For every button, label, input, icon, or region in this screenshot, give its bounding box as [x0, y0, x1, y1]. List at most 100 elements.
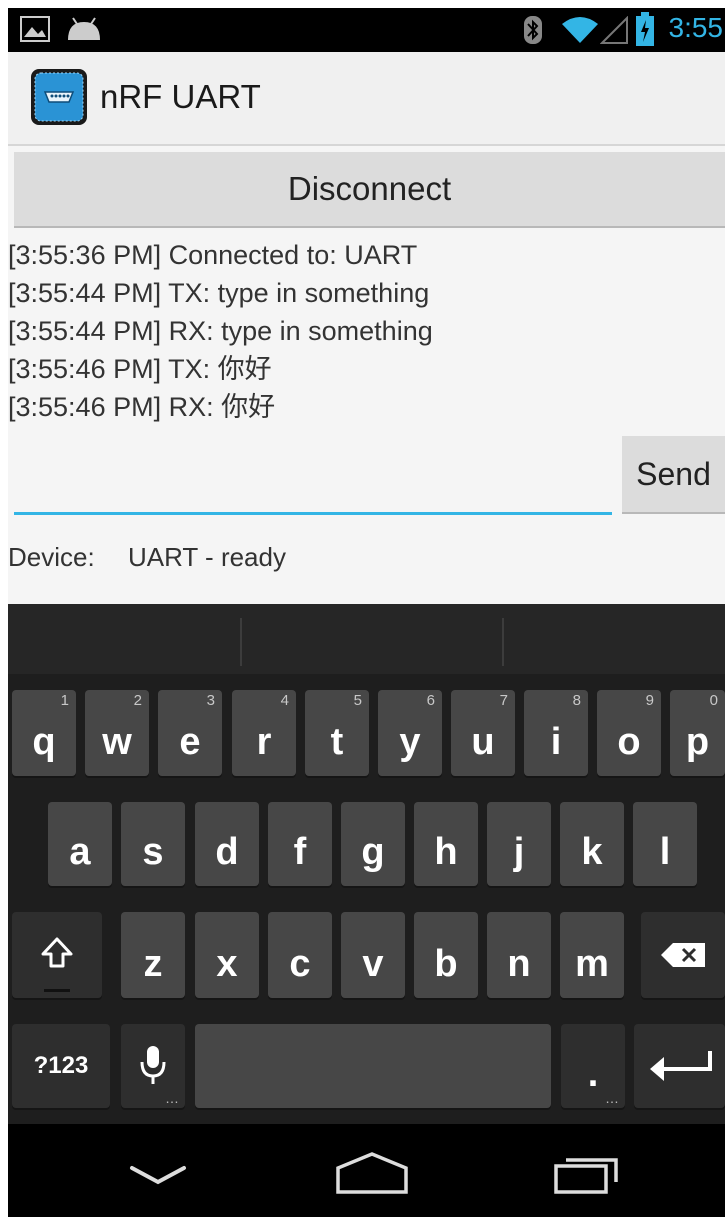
key-m[interactable]: m: [560, 912, 624, 998]
mic-icon: [140, 1046, 166, 1084]
backspace-key[interactable]: [641, 912, 725, 998]
key-label: x: [216, 943, 238, 985]
key-hint: 3: [206, 692, 215, 709]
key-label: g: [361, 831, 385, 873]
key-q[interactable]: 1q: [12, 690, 76, 776]
key-label: p: [685, 721, 710, 763]
key-t[interactable]: 5t: [305, 690, 369, 776]
main-content: Disconnect [3:55:36 PM] Connected to: UA…: [8, 146, 725, 604]
key-label: ?123: [33, 1052, 89, 1079]
key-n[interactable]: n: [487, 912, 551, 998]
key-l[interactable]: l: [633, 802, 697, 886]
key-label: m: [575, 943, 609, 985]
key-label: s: [142, 831, 164, 873]
key-y[interactable]: 6y: [378, 690, 442, 776]
key-label: v: [362, 943, 384, 985]
key-c[interactable]: c: [268, 912, 332, 998]
key-w[interactable]: 2w: [85, 690, 149, 776]
key-label: h: [434, 831, 458, 873]
log-line: [3:55:44 PM] RX: type in something: [8, 316, 433, 346]
key-hint: 0: [709, 692, 718, 709]
key-h[interactable]: h: [414, 802, 478, 886]
space-key[interactable]: [195, 1024, 551, 1108]
key-label: w: [102, 721, 132, 763]
key-e[interactable]: 3e: [158, 690, 222, 776]
backspace-icon: [661, 943, 705, 967]
suggestion-divider: [240, 618, 242, 666]
disconnect-button[interactable]: Disconnect: [14, 152, 725, 228]
more-dots: …: [605, 1090, 619, 1106]
symbols-key[interactable]: ?123: [12, 1024, 110, 1108]
more-dots: …: [165, 1090, 179, 1106]
key-label: i: [550, 721, 562, 763]
key-u[interactable]: 7u: [451, 690, 515, 776]
soft-keyboard: 1q 2w 3e 4r 5t 6y 7u 8i 9o 0p a s d f g …: [8, 604, 725, 1124]
message-log: [3:55:36 PM] Connected to: UART [3:55:44…: [8, 236, 708, 426]
bluetooth-icon: [524, 16, 542, 44]
key-hint: 6: [426, 692, 435, 709]
key-label: f: [293, 831, 307, 873]
log-line: [3:55:46 PM] RX: 你好: [8, 392, 276, 422]
key-x[interactable]: x: [195, 912, 259, 998]
period-key[interactable]: . …: [561, 1024, 625, 1108]
status-bar: 3:55: [8, 8, 725, 52]
key-hint: 5: [353, 692, 362, 709]
key-b[interactable]: b: [414, 912, 478, 998]
back-icon[interactable]: [128, 1160, 188, 1190]
key-label: t: [330, 721, 344, 763]
key-g[interactable]: g: [341, 802, 405, 886]
shift-icon: [41, 937, 73, 968]
key-label: n: [507, 943, 531, 985]
key-label: u: [471, 721, 495, 763]
signal-icon: [600, 16, 628, 44]
shift-indicator: [44, 989, 70, 992]
key-z[interactable]: z: [121, 912, 185, 998]
key-p[interactable]: 0p: [670, 690, 725, 776]
send-button[interactable]: Send: [622, 436, 725, 514]
key-r[interactable]: 4r: [232, 690, 296, 776]
key-k[interactable]: k: [560, 802, 624, 886]
app-icon: [31, 69, 87, 125]
picture-icon: [20, 16, 50, 42]
key-a[interactable]: a: [48, 802, 112, 886]
recents-icon[interactable]: [552, 1152, 622, 1196]
key-hint: 8: [572, 692, 581, 709]
key-hint: 1: [60, 692, 69, 709]
suggestion-strip: [8, 604, 725, 674]
device-status: UART - ready: [128, 542, 286, 572]
key-hint: 7: [499, 692, 508, 709]
key-label: c: [289, 943, 311, 985]
key-s[interactable]: s: [121, 802, 185, 886]
key-i[interactable]: 8i: [524, 690, 588, 776]
key-d[interactable]: d: [195, 802, 259, 886]
key-v[interactable]: v: [341, 912, 405, 998]
android-icon: [68, 17, 100, 40]
log-line: [3:55:46 PM] TX: 你好: [8, 354, 272, 384]
key-label: r: [256, 721, 272, 763]
enter-key[interactable]: [634, 1024, 725, 1108]
key-f[interactable]: f: [268, 802, 332, 886]
key-o[interactable]: 9o: [597, 690, 661, 776]
key-label: d: [215, 831, 239, 873]
key-label: l: [659, 831, 671, 873]
suggestion-divider: [502, 618, 504, 666]
nav-bar: [8, 1124, 725, 1217]
action-bar: nRF UART: [8, 52, 725, 146]
key-label: a: [69, 831, 91, 873]
key-label: j: [513, 831, 525, 873]
message-input[interactable]: [14, 442, 612, 515]
enter-icon: [650, 1051, 712, 1081]
key-label: b: [434, 943, 458, 985]
key-label: q: [32, 721, 56, 763]
key-label: z: [143, 943, 163, 985]
home-icon[interactable]: [334, 1150, 410, 1196]
key-j[interactable]: j: [487, 802, 551, 886]
shift-key[interactable]: [12, 912, 102, 998]
voice-input-key[interactable]: …: [121, 1024, 185, 1108]
log-line: [3:55:44 PM] TX: type in something: [8, 278, 430, 308]
key-hint: 9: [645, 692, 654, 709]
key-label: k: [581, 831, 603, 873]
app-title: nRF UART: [100, 78, 261, 115]
key-hint: 2: [133, 692, 142, 709]
status-time: 3:55: [668, 12, 724, 43]
